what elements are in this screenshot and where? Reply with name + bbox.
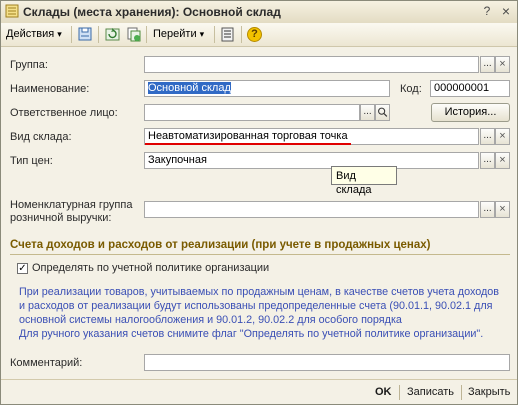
responsible-select-button[interactable]: ... bbox=[360, 104, 375, 121]
ok-button[interactable]: OK bbox=[375, 386, 392, 398]
group-clear-button[interactable]: × bbox=[495, 56, 510, 73]
close-window-button[interactable]: × bbox=[498, 4, 514, 19]
close-button[interactable]: Закрыть bbox=[468, 386, 510, 398]
comment-label: Комментарий: bbox=[10, 357, 83, 369]
nomenclature-group-label-line2: розничной выручки: bbox=[10, 212, 112, 224]
nomenclature-group-label-line1: Номенклатурная группа bbox=[10, 199, 133, 211]
price-type-field[interactable]: Закупочная bbox=[144, 152, 479, 169]
footer-divider bbox=[1, 379, 517, 380]
title-bar[interactable]: Склады (места хранения): Основной склад … bbox=[1, 1, 517, 24]
dialog-window: Склады (места хранения): Основной склад … bbox=[0, 0, 518, 405]
section-title: Счета доходов и расходов от реализации (… bbox=[10, 239, 431, 251]
search-icon[interactable] bbox=[375, 104, 390, 121]
footer-divider bbox=[399, 385, 400, 400]
tooltip: Вид склада bbox=[331, 166, 397, 196]
info-line-3: основной системы налогообложения и 90.01… bbox=[19, 314, 402, 326]
help-icon[interactable]: ? bbox=[247, 27, 262, 42]
red-underline-annotation bbox=[145, 143, 351, 145]
toolbar-divider bbox=[214, 26, 215, 43]
group-label: Группа: bbox=[10, 59, 48, 71]
price-type-clear-button[interactable]: × bbox=[495, 152, 510, 169]
chevron-down-icon: ▾ bbox=[199, 29, 205, 39]
warehouse-type-select-button[interactable]: ... bbox=[480, 128, 495, 145]
copy-icon[interactable] bbox=[125, 26, 142, 43]
toolbar-divider bbox=[146, 26, 147, 43]
nomenclature-group-select-button[interactable]: ... bbox=[480, 201, 495, 218]
section-divider bbox=[10, 254, 510, 255]
name-value: Основной склад bbox=[148, 82, 231, 94]
nomenclature-group-field[interactable] bbox=[144, 201, 479, 218]
toolbar-divider bbox=[241, 26, 242, 43]
save-document-icon[interactable] bbox=[77, 26, 94, 43]
code-label: Код: bbox=[400, 83, 422, 95]
actions-label: Действия bbox=[6, 28, 55, 40]
list-settings-icon[interactable] bbox=[219, 26, 236, 43]
window-title: Склады (места хранения): Основной склад bbox=[23, 5, 281, 19]
policy-checkbox-label[interactable]: Определять по учетной политике организац… bbox=[32, 262, 269, 274]
info-line-2: и расходов от реализации будут использов… bbox=[19, 300, 493, 312]
price-type-label: Тип цен: bbox=[10, 155, 53, 167]
responsible-label: Ответственное лицо: bbox=[10, 107, 118, 119]
catalog-icon bbox=[5, 4, 19, 18]
footer-divider bbox=[461, 385, 462, 400]
toolbar-divider bbox=[98, 26, 99, 43]
warehouse-type-label: Вид склада: bbox=[10, 131, 72, 143]
toolbar: Действия ▾ Перейти ▾ ? bbox=[1, 23, 517, 47]
name-field[interactable]: Основной склад bbox=[144, 80, 390, 97]
price-type-select-button[interactable]: ... bbox=[480, 152, 495, 169]
toolbar-divider bbox=[71, 26, 72, 43]
warehouse-type-clear-button[interactable]: × bbox=[495, 128, 510, 145]
comment-field[interactable] bbox=[144, 354, 510, 371]
goto-label: Перейти bbox=[153, 28, 197, 40]
chevron-down-icon: ▾ bbox=[57, 29, 62, 39]
info-line-1: При реализации товаров, учитываемых по п… bbox=[19, 286, 500, 298]
group-select-button[interactable]: ... bbox=[480, 56, 495, 73]
name-label: Наименование: bbox=[10, 83, 90, 95]
history-button[interactable]: История... bbox=[431, 103, 510, 122]
goto-menu[interactable]: Перейти ▾ bbox=[153, 26, 204, 43]
save-button[interactable]: Записать bbox=[407, 386, 454, 398]
policy-checkbox[interactable]: ✓ bbox=[17, 263, 28, 274]
responsible-field[interactable] bbox=[144, 104, 360, 121]
help-title-button[interactable]: ? bbox=[479, 4, 495, 19]
nomenclature-group-clear-button[interactable]: × bbox=[495, 201, 510, 218]
group-field[interactable] bbox=[144, 56, 479, 73]
info-line-4: Для ручного указания счетов снимите флаг… bbox=[19, 328, 484, 340]
actions-menu[interactable]: Действия ▾ bbox=[6, 26, 62, 43]
refresh-icon[interactable] bbox=[104, 26, 121, 43]
code-field[interactable]: 000000001 bbox=[430, 80, 510, 97]
